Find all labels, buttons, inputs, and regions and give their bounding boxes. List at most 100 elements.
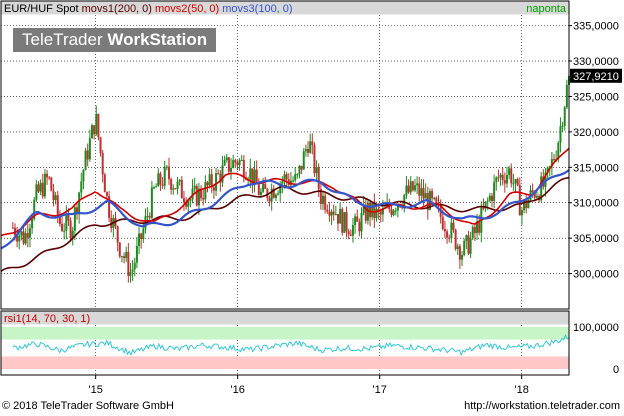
price-candle bbox=[553, 159, 556, 161]
price-candle bbox=[131, 269, 134, 272]
price-candle bbox=[328, 211, 331, 216]
price-candle bbox=[505, 174, 508, 184]
price-candle bbox=[39, 182, 42, 192]
price-candle bbox=[101, 152, 104, 175]
price-candle bbox=[206, 182, 209, 186]
price-candle bbox=[467, 235, 470, 254]
y-tick-label: 335,0000 bbox=[573, 21, 619, 33]
price-candle bbox=[63, 230, 66, 232]
price-candle bbox=[354, 216, 357, 226]
price-candle bbox=[202, 198, 205, 200]
y-tick-label: 330,0000 bbox=[573, 56, 619, 68]
price-candle bbox=[11, 227, 14, 229]
rsi-tick-label: 0 bbox=[613, 364, 619, 376]
price-candle bbox=[123, 256, 126, 259]
price-candle bbox=[215, 173, 218, 191]
price-candle bbox=[182, 198, 185, 203]
price-candle bbox=[330, 211, 333, 216]
price-candle bbox=[262, 183, 265, 192]
price-candle bbox=[80, 181, 83, 193]
y-tick-label: 325,0000 bbox=[573, 91, 619, 103]
rsi-oversold-band bbox=[1, 356, 569, 369]
price-candle bbox=[148, 215, 151, 218]
price-candle bbox=[499, 174, 502, 178]
legend-movs1: movs1(200, 0) bbox=[82, 3, 155, 15]
price-candle bbox=[304, 149, 307, 152]
price-candle bbox=[43, 173, 46, 197]
price-candle bbox=[259, 191, 262, 195]
price-candle bbox=[163, 166, 166, 186]
price-candle bbox=[307, 149, 310, 153]
rsi-tick-label: 100,0000 bbox=[573, 322, 619, 334]
price-candle bbox=[418, 183, 421, 196]
price-candle bbox=[103, 174, 106, 193]
footer-url[interactable]: http://workstation.teletrader.com bbox=[464, 400, 620, 412]
price-candle bbox=[309, 141, 312, 153]
price-candle bbox=[170, 179, 173, 190]
price-candle bbox=[345, 212, 348, 232]
price-candle bbox=[22, 231, 25, 244]
price-candle bbox=[155, 186, 158, 188]
price-candle bbox=[46, 173, 49, 178]
x-tick-label: '18 bbox=[514, 384, 528, 396]
price-candle bbox=[93, 125, 96, 135]
price-candle bbox=[407, 185, 410, 193]
price-candle bbox=[161, 184, 164, 186]
x-tick-label: '17 bbox=[372, 384, 386, 396]
price-candle bbox=[469, 238, 472, 254]
price-candle bbox=[322, 195, 325, 204]
price-candle bbox=[317, 167, 320, 190]
price-candle bbox=[48, 177, 51, 179]
price-candle bbox=[411, 181, 414, 191]
price-candle bbox=[208, 174, 211, 186]
price-candle bbox=[448, 237, 451, 239]
price-candle bbox=[178, 179, 181, 182]
price-candle bbox=[339, 209, 342, 224]
y-tick-label: 300,0000 bbox=[573, 269, 619, 281]
last-value-label: 327,9210 bbox=[573, 71, 619, 83]
price-candle bbox=[559, 126, 562, 143]
price-candle bbox=[242, 159, 245, 178]
y-tick-label: 315,0000 bbox=[573, 162, 619, 174]
price-candle bbox=[390, 208, 393, 215]
price-candle bbox=[422, 188, 425, 199]
rsi-legend-text: rsi1(14, 70, 30, 1) bbox=[4, 313, 90, 325]
price-candle bbox=[255, 169, 258, 185]
price-candle bbox=[452, 222, 455, 230]
price-candle bbox=[416, 183, 419, 186]
main-legend-text: EUR/HUF Spot movs1(200, 0) movs2(50, 0) … bbox=[4, 3, 293, 15]
price-candle bbox=[292, 180, 295, 182]
price-candle bbox=[315, 167, 318, 174]
price-candle bbox=[73, 207, 76, 231]
price-candle bbox=[343, 212, 346, 233]
price-candle bbox=[461, 254, 464, 260]
legend-movs2: movs2(50, 0) bbox=[155, 3, 222, 15]
price-candle bbox=[142, 228, 145, 240]
price-candle bbox=[336, 214, 339, 224]
price-candle bbox=[351, 225, 354, 236]
price-candle bbox=[420, 188, 423, 196]
price-candle bbox=[41, 182, 44, 197]
price-candle bbox=[298, 165, 301, 175]
price-candle bbox=[193, 185, 196, 189]
price-candle bbox=[176, 181, 179, 189]
price-candle bbox=[392, 210, 395, 215]
y-tick-label: 310,0000 bbox=[573, 198, 619, 210]
price-candle bbox=[86, 150, 89, 160]
price-candle bbox=[118, 242, 121, 257]
price-candle bbox=[535, 195, 538, 198]
price-candle bbox=[514, 179, 517, 184]
price-candle bbox=[296, 174, 299, 176]
price-candle bbox=[225, 157, 228, 161]
price-candle bbox=[67, 214, 70, 221]
price-candle bbox=[138, 233, 141, 247]
price-candle bbox=[456, 246, 459, 250]
price-candle bbox=[125, 251, 128, 259]
price-candle bbox=[78, 192, 81, 214]
price-candle bbox=[238, 160, 241, 165]
price-candle bbox=[223, 160, 226, 166]
price-candle bbox=[285, 174, 288, 180]
price-candle bbox=[497, 177, 500, 179]
y-tick-label: 320,0000 bbox=[573, 127, 619, 139]
watermark-part1: TeleTrader bbox=[22, 30, 108, 49]
